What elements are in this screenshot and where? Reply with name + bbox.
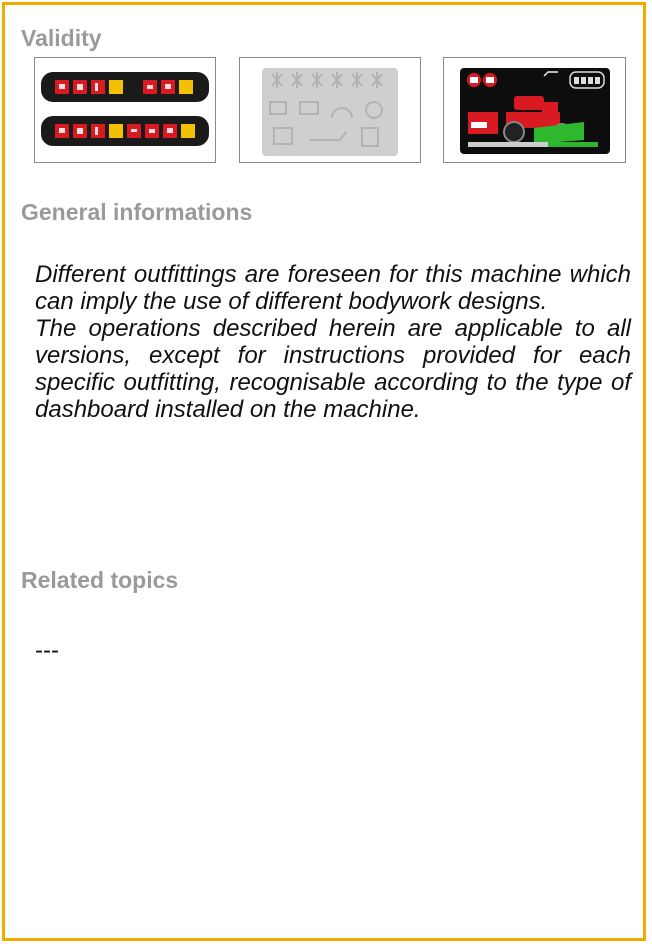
content-frame: Validity General informations Different … bbox=[2, 2, 646, 941]
paragraph: Different outfittings are foreseen for t… bbox=[35, 261, 631, 315]
related-topics-heading: Related topics bbox=[21, 567, 179, 593]
related-topics-placeholder: --- bbox=[35, 637, 59, 664]
general-informations-text: Different outfittings are foreseen for t… bbox=[35, 261, 631, 423]
color-display-dashboard-icon bbox=[460, 68, 610, 154]
validity-heading: Validity bbox=[21, 25, 102, 51]
paragraph: The operations described herein are appl… bbox=[35, 315, 631, 423]
dashboard-led-thumbnail bbox=[34, 57, 216, 163]
general-informations-heading: General informations bbox=[21, 199, 253, 225]
led-indicator-dashboard-icon bbox=[41, 72, 209, 146]
dashboard-lcd-thumbnail bbox=[239, 57, 421, 163]
lcd-segment-dashboard-icon bbox=[262, 68, 398, 156]
dashboard-color-thumbnail bbox=[443, 57, 626, 163]
